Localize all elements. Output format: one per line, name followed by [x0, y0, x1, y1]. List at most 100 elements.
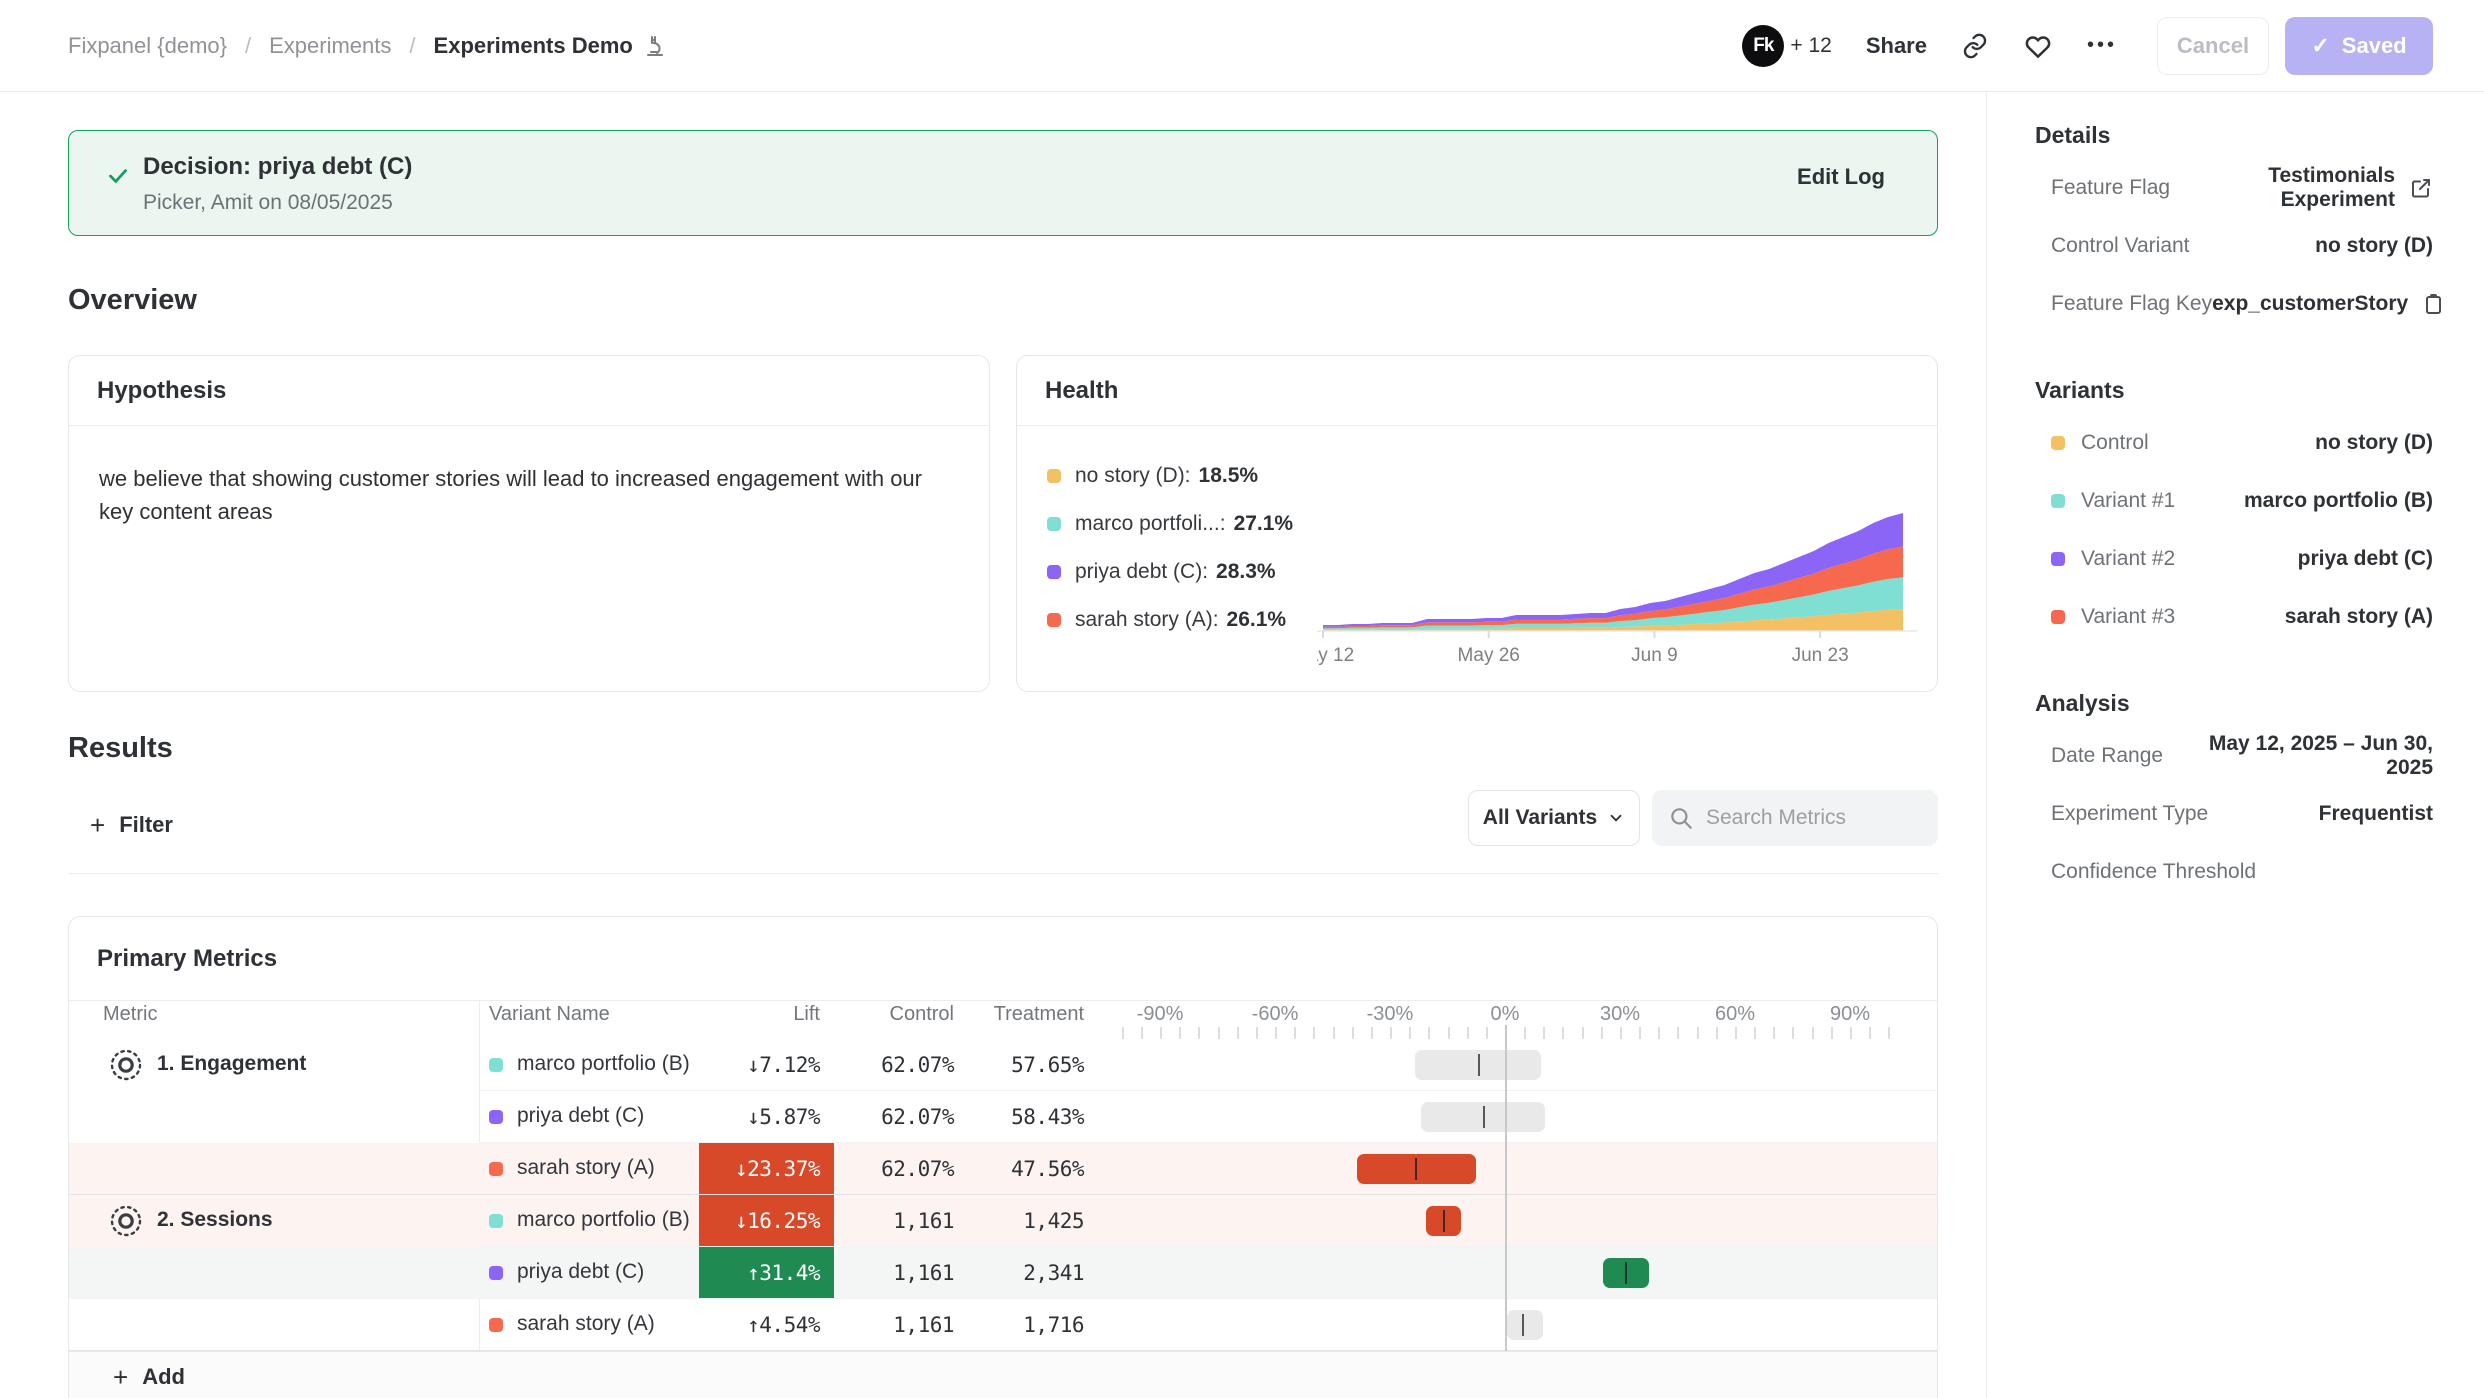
zero-percent-line: [1505, 1025, 1507, 1351]
sidebar-row-label: Variant #1: [2081, 489, 2175, 513]
axis-minor-tick: [1658, 1027, 1660, 1039]
saved-label: Saved: [2342, 33, 2407, 59]
table-row[interactable]: priya debt (C) ↑31.4%1,1612,341: [69, 1247, 1937, 1299]
variant-name: marco portfolio (B): [517, 1208, 690, 1232]
axis-minor-tick: [1850, 1027, 1852, 1039]
confidence-interval-cell: [1105, 1039, 1931, 1091]
treatment-value: 57.65%: [964, 1039, 1084, 1091]
sidebar-row-value: marco portfolio (B): [2244, 489, 2433, 513]
control-value: 1,161: [844, 1195, 954, 1247]
ci-point-marker: [1415, 1158, 1417, 1180]
axis-minor-tick: [1735, 1027, 1737, 1039]
plus-icon: +: [113, 1364, 128, 1390]
axis-minor-tick: [1371, 1027, 1373, 1039]
variant-name: marco portfolio (B): [517, 1052, 690, 1076]
treatment-value: 2,341: [964, 1247, 1084, 1299]
add-filter-button[interactable]: + Filter: [90, 798, 173, 852]
axis-minor-tick: [1198, 1027, 1200, 1039]
saved-button[interactable]: ✓ Saved: [2285, 17, 2433, 75]
cancel-button[interactable]: Cancel: [2157, 17, 2269, 75]
axis-minor-tick: [1697, 1027, 1699, 1039]
lift-value: ↑4.54%: [699, 1299, 834, 1351]
sidebar-row-value: Frequentist: [2319, 802, 2433, 826]
ci-bar: [1507, 1310, 1543, 1340]
control-value: 1,161: [844, 1247, 954, 1299]
metric-target-icon: [109, 1204, 143, 1243]
more-options-button[interactable]: •••: [2087, 34, 2117, 57]
axis-minor-tick: [1390, 1027, 1392, 1039]
sidebar-row: Variant #1 marco portfolio (B): [2035, 472, 2433, 530]
metric-name[interactable]: 2. Sessions: [157, 1208, 273, 1232]
axis-minor-tick: [1294, 1027, 1296, 1039]
search-metrics-input[interactable]: [1706, 790, 1926, 846]
microscope-icon: [643, 34, 667, 58]
variant-name: sarah story (A): [517, 1156, 655, 1180]
variant-swatch: [2051, 494, 2065, 508]
details-section-title: Details: [2035, 122, 2433, 149]
sidebar-row-value: priya debt (C): [2298, 547, 2433, 571]
breadcrumb-experiments[interactable]: Experiments: [269, 33, 391, 59]
hypothesis-card: Hypothesis we believe that showing custo…: [68, 355, 990, 692]
sidebar-row: Control no story (D): [2035, 414, 2433, 472]
favorite-button[interactable]: [2023, 31, 2053, 61]
breadcrumb: Fixpanel {demo} / Experiments / Experime…: [68, 33, 667, 59]
lift-value: ↑31.4%: [699, 1247, 834, 1299]
edit-log-button[interactable]: Edit Log: [1797, 164, 1885, 190]
table-row[interactable]: 1. Engagementmarco portfolio (B)↓7.12%62…: [69, 1039, 1937, 1091]
variant-name: priya debt (C): [517, 1260, 644, 1284]
sidebar-row-label: Variant #2: [2081, 547, 2175, 571]
sidebar-row: Feature FlagTestimonials Experiment: [2035, 159, 2433, 217]
metric-name[interactable]: 1. Engagement: [157, 1052, 306, 1076]
external-link-icon[interactable]: [2409, 176, 2433, 200]
table-row[interactable]: 2. Sessionsmarco portfolio (B)↓16.25%1,1…: [69, 1195, 1937, 1247]
sidebar-row-value: exp_customerStory: [2212, 292, 2408, 316]
search-metrics-box: [1652, 790, 1938, 846]
axis-minor-tick: [1333, 1027, 1335, 1039]
axis-label: -30%: [1367, 1003, 1414, 1026]
axis-minor-tick: [1543, 1027, 1545, 1039]
health-legend-item: sarah story (A):26.1%: [1047, 602, 1286, 638]
ci-point-marker: [1625, 1262, 1627, 1284]
collaborators-count[interactable]: + 12: [1790, 34, 1831, 58]
axis-minor-tick: [1582, 1027, 1584, 1039]
variants-filter-dropdown[interactable]: All Variants: [1468, 790, 1640, 846]
decision-banner: Decision: priya debt (C) Picker, Amit on…: [68, 130, 1938, 236]
sidebar-row-value: no story (D): [2315, 431, 2433, 455]
table-row[interactable]: sarah story (A)↑4.54%1,1611,716: [69, 1299, 1937, 1351]
legend-label: sarah story (A):: [1075, 608, 1219, 632]
health-legend-item: priya debt (C):28.3%: [1047, 554, 1276, 590]
copy-link-button[interactable]: [1961, 32, 1989, 60]
health-title: Health: [1017, 356, 1937, 426]
share-button[interactable]: Share: [1866, 33, 1927, 59]
sidebar-row-label: Variant #3: [2081, 605, 2175, 629]
avatar[interactable]: Fk: [1742, 25, 1784, 67]
confidence-interval-cell: [1105, 1195, 1931, 1247]
axis-minor-tick: [1467, 1027, 1469, 1039]
add-metric-button[interactable]: + Add: [113, 1364, 185, 1390]
axis-minor-tick: [1409, 1027, 1411, 1039]
breadcrumb-project[interactable]: Fixpanel {demo}: [68, 33, 227, 59]
variants-rows: Control no story (D) Variant #1 marco portf…: [2035, 414, 2433, 646]
x-axis-label: May 26: [1458, 645, 1520, 666]
control-value: 1,161: [844, 1299, 954, 1351]
table-row[interactable]: priya debt (C)↓5.87%62.07%58.43%: [69, 1091, 1937, 1143]
sidebar-row: Variant #3sarah story (A): [2035, 588, 2433, 646]
axis-minor-tick: [1601, 1027, 1603, 1039]
check-icon: [105, 163, 131, 189]
sidebar-row: Date RangeMay 12, 2025 – Jun 30, 2025: [2035, 727, 2433, 785]
copy-icon[interactable]: [2422, 292, 2446, 316]
chevron-down-icon: [1607, 809, 1625, 827]
table-row[interactable]: sarah story (A)↓23.37%62.07%47.56%: [69, 1143, 1937, 1195]
sidebar-row-label: Control Variant: [2051, 234, 2190, 258]
legend-label: priya debt (C):: [1075, 560, 1208, 584]
legend-swatch: [1047, 517, 1061, 531]
axis-minor-tick: [1448, 1027, 1450, 1039]
variant-swatch: [489, 1162, 503, 1176]
axis-minor-tick: [1524, 1027, 1526, 1039]
page-title: Experiments Demo: [434, 33, 633, 59]
axis-label: -90%: [1137, 1003, 1184, 1026]
sidebar-row-label: Control: [2081, 431, 2149, 455]
details-sidebar: Details Feature FlagTestimonials Experim…: [1986, 92, 2484, 1398]
details-rows: Feature FlagTestimonials Experiment Contr…: [2035, 159, 2433, 333]
variant-swatch: [489, 1214, 503, 1228]
